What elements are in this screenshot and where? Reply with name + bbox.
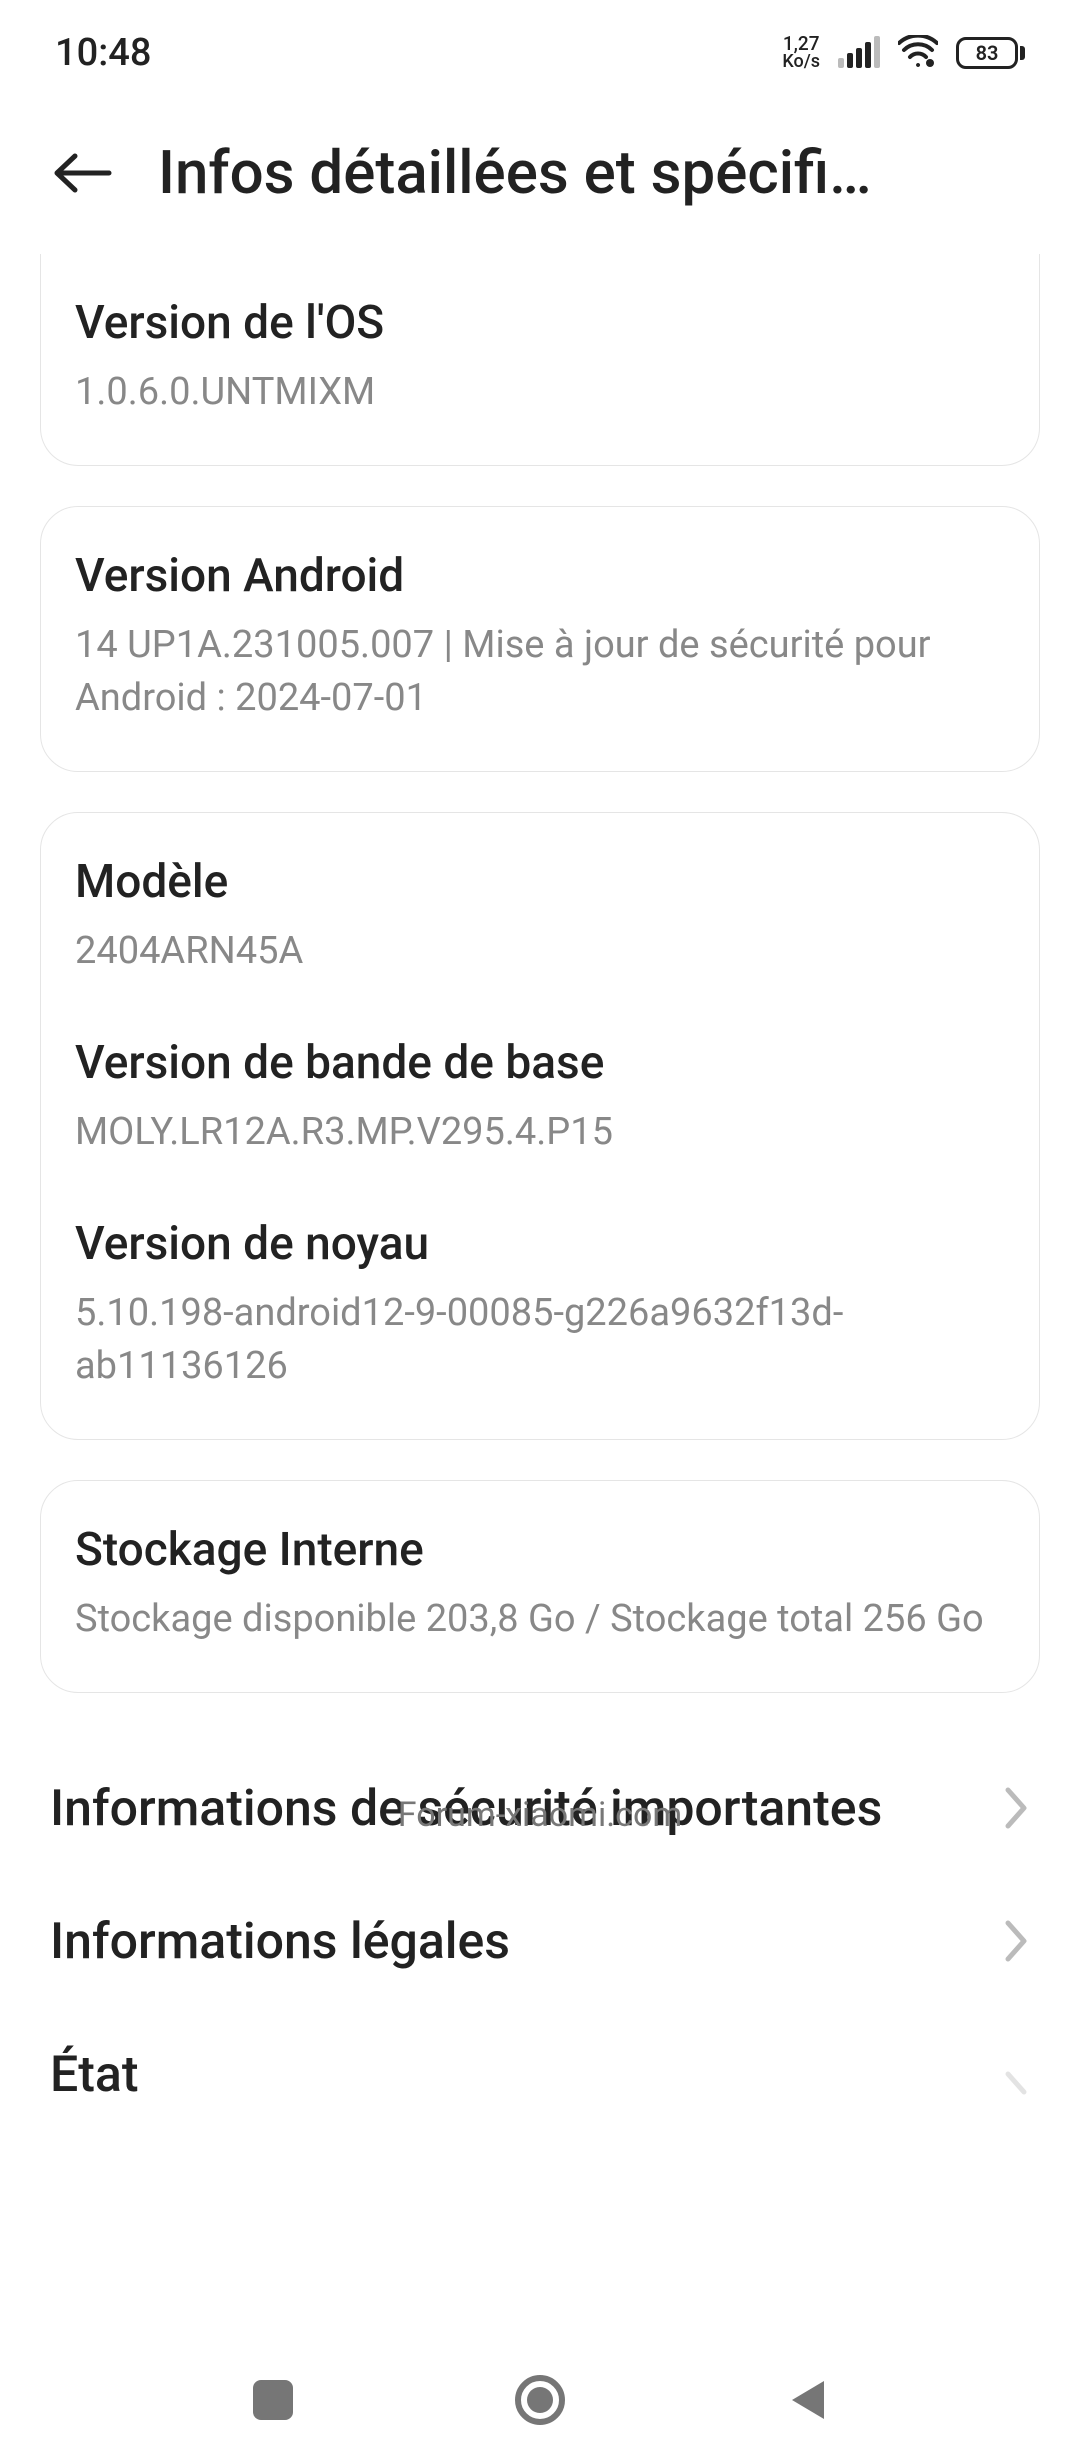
system-nav-bar (0, 2340, 1080, 2460)
android-version-label: Version Android (75, 547, 1005, 607)
back-button[interactable] (50, 151, 114, 195)
nav-recents-button[interactable] (243, 2370, 303, 2430)
android-version-value: 14 UP1A.231005.007 | Mise à jour de sécu… (75, 619, 1005, 725)
link-label: Informations de sécurité importantes (50, 1777, 882, 1842)
nav-back-button[interactable] (777, 2370, 837, 2430)
arrow-left-icon (51, 152, 113, 194)
baseband-value: MOLY.LR12A.R3.MP.V295.4.P15 (75, 1106, 1005, 1159)
model-label: Modèle (75, 853, 1005, 913)
link-security-info[interactable]: Informations de sécurité importantes (40, 1743, 1040, 1876)
storage-label: Stockage Interne (75, 1521, 1005, 1581)
square-icon (253, 2380, 293, 2420)
kernel-value: 5.10.198-android12-9-00085-g226a9632f13d… (75, 1287, 1005, 1393)
battery-indicator: 83 (956, 37, 1025, 69)
chevron-right-icon (1004, 1919, 1030, 1967)
status-icons: 1,27 Ko/s 83 (782, 35, 1025, 71)
os-version-label: Version de l'OS (75, 294, 1005, 354)
card-android-version[interactable]: Version Android 14 UP1A.231005.007 | Mis… (40, 506, 1040, 772)
model-value: 2404ARN45A (75, 925, 1005, 978)
circle-icon (515, 2375, 565, 2425)
card-storage[interactable]: Stockage Interne Stockage disponible 203… (40, 1480, 1040, 1693)
kernel-label: Version de noyau (75, 1215, 1005, 1275)
status-bar: 10:48 1,27 Ko/s 83 (0, 0, 1080, 105)
card-device-specs[interactable]: Modèle 2404ARN45A Version de bande de ba… (40, 812, 1040, 1440)
link-legal-info[interactable]: Informations légales (40, 1876, 1040, 2009)
network-speed: 1,27 Ko/s (782, 35, 820, 70)
content: Version de l'OS 1.0.6.0.UNTMIXM Version … (0, 254, 1080, 2142)
chevron-right-icon (1004, 1786, 1030, 1834)
wifi-icon (898, 35, 938, 71)
link-label: Informations légales (50, 1910, 510, 1975)
link-status[interactable]: État (40, 2009, 1040, 2142)
os-version-value: 1.0.6.0.UNTMIXM (75, 366, 1005, 419)
chevron-right-icon (1004, 2070, 1030, 2118)
links-section: Informations de sécurité importantes Inf… (40, 1733, 1040, 2142)
link-label: État (50, 2043, 139, 2108)
nav-home-button[interactable] (510, 2370, 570, 2430)
triangle-left-icon (786, 2377, 828, 2423)
page-title: Infos détaillées et spécifi… (158, 137, 1030, 208)
clock: 10:48 (55, 31, 151, 75)
card-os-version[interactable]: Version de l'OS 1.0.6.0.UNTMIXM (40, 254, 1040, 466)
storage-value: Stockage disponible 203,8 Go / Stockage … (75, 1593, 1005, 1646)
baseband-label: Version de bande de base (75, 1034, 1005, 1094)
app-header: Infos détaillées et spécifi… (0, 105, 1080, 240)
cellular-signal-icon (838, 38, 880, 68)
